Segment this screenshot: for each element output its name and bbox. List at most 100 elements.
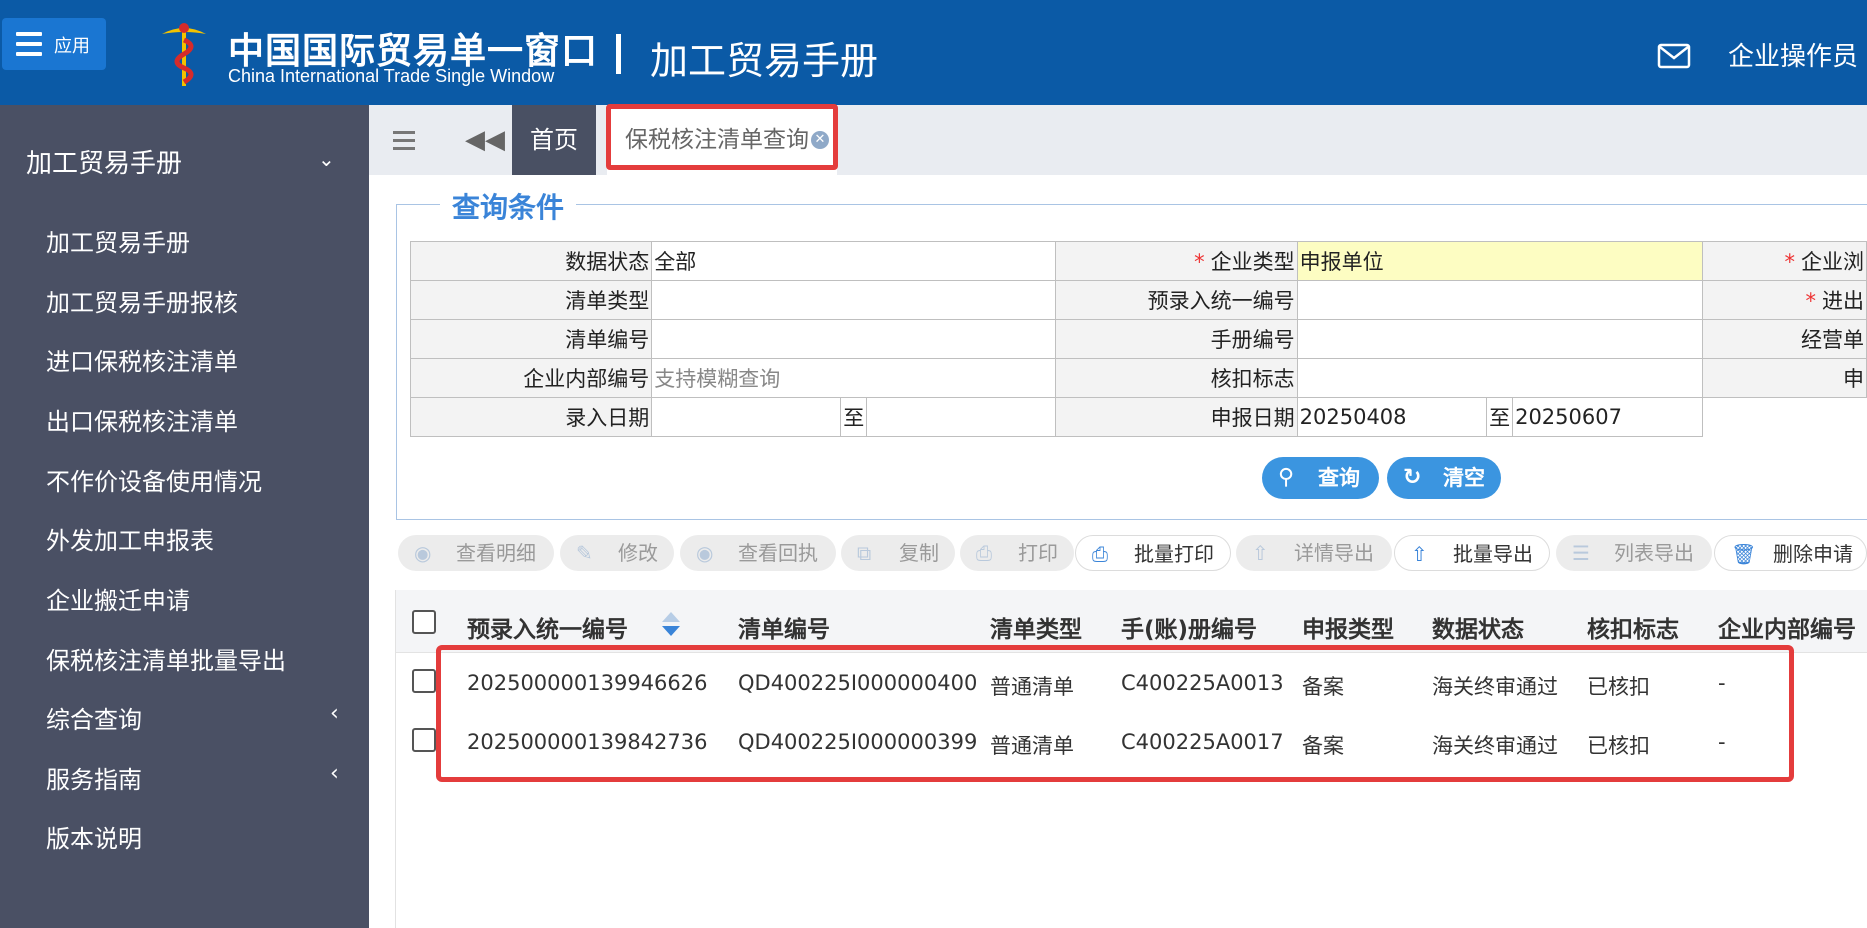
trash-icon: 🗑 bbox=[1731, 542, 1757, 566]
entry-date-to-sep: 至 bbox=[840, 397, 868, 437]
detail-export-label: 详情导出 bbox=[1294, 541, 1374, 565]
sidebar-item-manual-verify[interactable]: 加工贸易手册报核 bbox=[46, 283, 238, 318]
hamburger-icon bbox=[16, 32, 42, 62]
edit-label: 修改 bbox=[618, 541, 658, 565]
sidebar-item-query[interactable]: 综合查询 bbox=[46, 700, 142, 735]
input-entry-date-from[interactable] bbox=[651, 397, 842, 437]
menu-toggle-icon[interactable] bbox=[393, 131, 415, 155]
label-col3-row3: 经营单 bbox=[1701, 319, 1867, 359]
input-list-no[interactable] bbox=[651, 319, 1057, 359]
input-manual-no[interactable] bbox=[1296, 319, 1703, 359]
view-receipt-label: 查看回执 bbox=[738, 541, 818, 565]
col-list-no[interactable]: 清单编号 bbox=[738, 610, 830, 644]
eye-icon: ◉ bbox=[414, 541, 432, 565]
customs-emblem-logo bbox=[162, 23, 206, 86]
col-declare-type[interactable]: 申报类型 bbox=[1302, 610, 1394, 644]
sidebar-item-manual[interactable]: 加工贸易手册 bbox=[46, 223, 190, 258]
label-col3-row1: * 企业浏 bbox=[1701, 241, 1867, 281]
list-export-button[interactable]: ☰ 列表导出 bbox=[1556, 535, 1712, 571]
chevron-left-icon[interactable]: ‹ bbox=[330, 701, 339, 726]
edit-button[interactable]: ✎ 修改 bbox=[560, 535, 674, 571]
upload-icon: ⇧ bbox=[1411, 542, 1428, 566]
copy-icon: ⧉ bbox=[857, 541, 872, 565]
batch-export-button[interactable]: ⇧ 批量导出 bbox=[1394, 535, 1550, 571]
view-receipt-button[interactable]: ◉ 查看回执 bbox=[680, 535, 836, 571]
delete-request-label: 删除申请 bbox=[1773, 542, 1853, 566]
edit-icon: ✎ bbox=[576, 541, 593, 565]
sidebar-item-relocation[interactable]: 企业搬迁申请 bbox=[46, 581, 190, 616]
eye-icon: ◉ bbox=[696, 541, 714, 565]
search-button[interactable]: ⚲ 查询 bbox=[1262, 457, 1379, 499]
highlight-box-tab bbox=[606, 104, 838, 170]
sidebar-item-import-list[interactable]: 进口保税核注清单 bbox=[46, 342, 238, 377]
row-checkbox[interactable] bbox=[412, 728, 436, 752]
select-enterprise-type[interactable]: 申报单位 bbox=[1296, 241, 1703, 281]
tab-bar: ◀◀ 首页 保税核注清单查询 ✕ bbox=[369, 105, 1867, 175]
label-list-no: 清单编号 bbox=[409, 319, 653, 359]
sidebar-item-guide[interactable]: 服务指南 bbox=[46, 760, 142, 795]
row-checkbox[interactable] bbox=[412, 669, 436, 693]
chevron-left-icon[interactable]: ‹ bbox=[330, 761, 339, 786]
refresh-icon: ↻ bbox=[1403, 465, 1422, 490]
upload-icon: ⇧ bbox=[1252, 541, 1269, 565]
top-header: 应用 中国国际贸易单一窗口 China International Trade … bbox=[0, 0, 1867, 105]
label-entry-date: 录入日期 bbox=[409, 397, 653, 437]
col-data-status[interactable]: 数据状态 bbox=[1432, 610, 1524, 644]
mail-icon[interactable] bbox=[1657, 43, 1691, 69]
input-internal-no[interactable]: 支持模糊查询 bbox=[651, 358, 1057, 398]
sort-icon[interactable] bbox=[660, 610, 682, 638]
label-enterprise-type: * 企业类型 bbox=[1055, 241, 1298, 281]
col-deduct-flag[interactable]: 核扣标志 bbox=[1587, 610, 1679, 644]
sidebar-item-outsourcing[interactable]: 外发加工申报表 bbox=[46, 521, 214, 556]
batch-print-label: 批量打印 bbox=[1134, 542, 1214, 566]
sidebar-group-title[interactable]: 加工贸易手册 bbox=[26, 143, 182, 180]
search-button-label: 查询 bbox=[1318, 466, 1360, 490]
clear-button[interactable]: ↻ 清空 bbox=[1387, 457, 1501, 499]
highlight-box-rows bbox=[436, 645, 1794, 782]
label-internal-no: 企业内部编号 bbox=[409, 358, 653, 398]
search-icon: ⚲ bbox=[1278, 465, 1295, 490]
delete-request-button[interactable]: 🗑 删除申请 bbox=[1714, 535, 1867, 571]
header-divider bbox=[616, 34, 621, 74]
col-list-type[interactable]: 清单类型 bbox=[990, 610, 1082, 644]
detail-export-button[interactable]: ⇧ 详情导出 bbox=[1236, 535, 1392, 571]
copy-button[interactable]: ⧉ 复制 bbox=[841, 535, 955, 571]
print-icon: ⎙ bbox=[1092, 542, 1108, 566]
sidebar-item-version[interactable]: 版本说明 bbox=[46, 819, 142, 854]
chevron-down-icon[interactable]: ⌄ bbox=[318, 147, 335, 171]
list-export-label: 列表导出 bbox=[1614, 541, 1694, 565]
input-pre-entry-no[interactable] bbox=[1296, 280, 1703, 320]
tab-home[interactable]: 首页 bbox=[512, 105, 596, 175]
declare-date-to-sep: 至 bbox=[1486, 397, 1514, 437]
view-detail-button[interactable]: ◉ 查看明细 bbox=[398, 535, 554, 571]
col-manual-no[interactable]: 手(账)册编号 bbox=[1121, 610, 1257, 644]
module-title: 加工贸易手册 bbox=[650, 39, 879, 83]
col-pre-entry-no[interactable]: 预录入统一编号 bbox=[467, 610, 628, 644]
sidebar-item-equipment[interactable]: 不作价设备使用情况 bbox=[46, 462, 262, 497]
label-col3-row2: * 进出 bbox=[1701, 280, 1867, 320]
input-entry-date-to[interactable] bbox=[866, 397, 1057, 437]
select-deduct-flag[interactable] bbox=[1296, 358, 1703, 398]
sidebar: 加工贸易手册 ⌄ 加工贸易手册 加工贸易手册报核 进口保税核注清单 出口保税核注… bbox=[0, 105, 369, 928]
batch-export-label: 批量导出 bbox=[1453, 542, 1533, 566]
double-chevron-left-icon[interactable]: ◀◀ bbox=[465, 125, 505, 155]
app-menu-button[interactable]: 应用 bbox=[2, 18, 106, 70]
batch-print-button[interactable]: ⎙ 批量打印 bbox=[1075, 535, 1231, 571]
sidebar-item-batch-export[interactable]: 保税核注清单批量导出 bbox=[46, 641, 286, 676]
input-declare-date-to[interactable]: 20250607 bbox=[1512, 397, 1703, 437]
print-label: 打印 bbox=[1018, 541, 1058, 565]
empty-cell bbox=[1702, 397, 1867, 437]
clear-button-label: 清空 bbox=[1443, 466, 1485, 490]
print-button[interactable]: ⎙ 打印 bbox=[960, 535, 1074, 571]
sidebar-item-export-list[interactable]: 出口保税核注清单 bbox=[46, 402, 238, 437]
view-detail-label: 查看明细 bbox=[456, 541, 536, 565]
user-name[interactable]: 企业操作员 bbox=[1728, 36, 1858, 73]
select-all-checkbox[interactable] bbox=[412, 610, 436, 634]
copy-label: 复制 bbox=[899, 541, 939, 565]
list-icon: ☰ bbox=[1572, 541, 1590, 565]
label-col3-row4: 申 bbox=[1701, 358, 1867, 398]
col-internal-no[interactable]: 企业内部编号 bbox=[1718, 610, 1856, 644]
input-declare-date-from[interactable]: 20250408 bbox=[1296, 397, 1488, 437]
select-data-status[interactable]: 全部 bbox=[651, 241, 1057, 281]
select-list-type[interactable] bbox=[651, 280, 1057, 320]
